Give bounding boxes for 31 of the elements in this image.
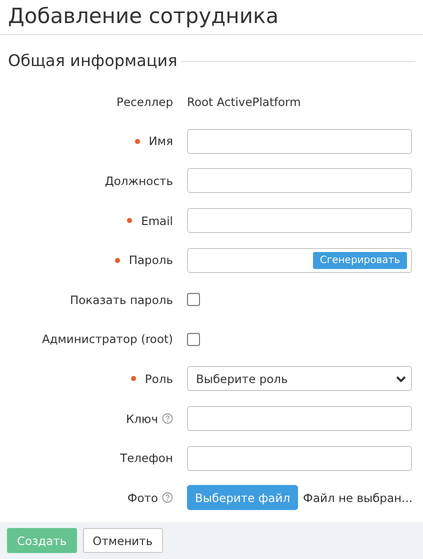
page-title: Добавление сотрудника xyxy=(0,0,423,35)
input-field[interactable] xyxy=(187,406,412,432)
input-field[interactable] xyxy=(187,168,412,194)
field-label: Фото xyxy=(127,490,158,505)
field-label: Имя xyxy=(148,134,173,148)
section-title: Общая информация xyxy=(8,50,178,70)
checkbox[interactable] xyxy=(187,293,200,306)
choose-file-button[interactable]: Выберите файл xyxy=(187,485,298,510)
field-label: Пароль xyxy=(128,253,173,268)
field-label: Роль xyxy=(144,372,173,386)
checkbox[interactable] xyxy=(187,332,200,346)
field-label: Email xyxy=(141,214,173,228)
field-label: Показать пароль xyxy=(70,292,173,307)
cancel-button[interactable]: Отменить xyxy=(82,528,163,553)
input-field[interactable] xyxy=(187,208,412,234)
generate-button[interactable]: Сгенерировать xyxy=(312,252,407,269)
role-select[interactable]: Выберите роль xyxy=(187,366,412,392)
create-button[interactable]: Создать xyxy=(7,528,77,553)
help-icon[interactable] xyxy=(162,413,173,424)
file-status: Файл не выбран... xyxy=(303,490,413,505)
password-field[interactable]: Сгенерировать xyxy=(187,248,412,273)
field-label: Реселлер xyxy=(116,94,173,109)
reseller-value: Root ActivePlatform xyxy=(187,94,301,109)
input-field[interactable] xyxy=(187,446,412,471)
field-label: Должность xyxy=(104,174,173,188)
help-icon[interactable] xyxy=(162,492,173,504)
field-label: Ключ xyxy=(126,412,158,426)
chevron-down-icon xyxy=(396,376,406,382)
input-field[interactable] xyxy=(187,128,412,154)
field-label: Администратор (root) xyxy=(42,332,173,346)
field-label: Телефон xyxy=(120,451,173,466)
